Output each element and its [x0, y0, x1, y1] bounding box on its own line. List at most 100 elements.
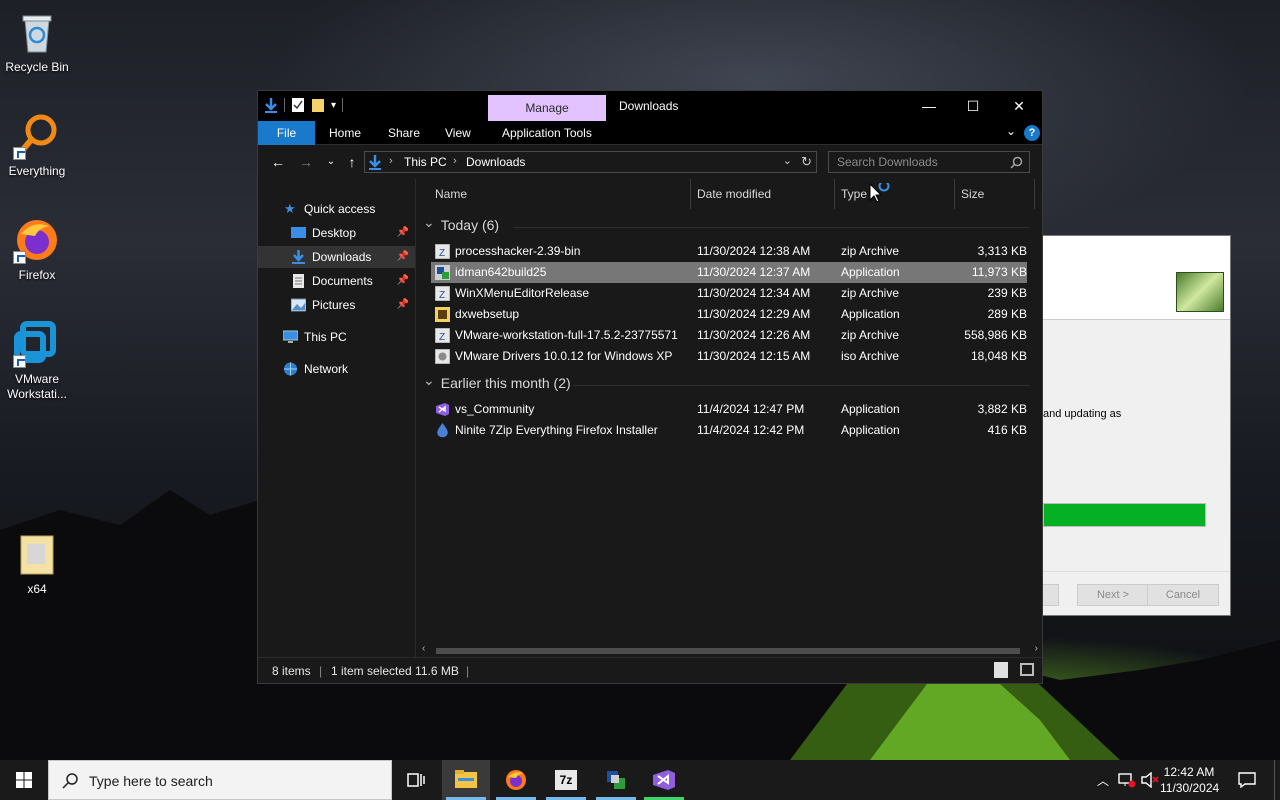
search-box[interactable]	[828, 151, 1030, 173]
tab-manage[interactable]: Manage	[488, 95, 606, 121]
search-icon[interactable]	[1010, 156, 1023, 169]
pin-icon[interactable]: 📌	[397, 246, 409, 268]
ninite-icon	[437, 423, 448, 438]
new-folder-icon[interactable]	[311, 97, 325, 113]
help-icon[interactable]: ?	[1024, 125, 1040, 141]
file-list[interactable]: Name Date modified Type Size Today (6) Z…	[417, 179, 1042, 657]
table-row[interactable]: VMware Drivers 10.0.12 for Windows XP 11…	[431, 346, 1027, 367]
group-header-today[interactable]: Today (6)	[423, 217, 499, 234]
window-title: Downloads	[619, 99, 679, 113]
column-header-name[interactable]: Name	[429, 179, 691, 209]
taskbar-app-file-explorer[interactable]	[442, 760, 490, 800]
group-divider	[573, 385, 1029, 386]
search-input[interactable]	[829, 152, 999, 172]
column-header-date-modified[interactable]: Date modified	[691, 179, 835, 209]
desktop-icon-x64[interactable]: x64	[2, 530, 72, 597]
cancel-button[interactable]: Cancel	[1147, 584, 1219, 606]
desktop-icon-recycle-bin[interactable]: Recycle Bin	[2, 8, 72, 75]
taskbar-app-firefox[interactable]	[492, 760, 540, 800]
pin-icon[interactable]: 📌	[397, 270, 409, 292]
download-arrow-icon[interactable]	[264, 97, 278, 113]
file-size: 11,973 KB	[971, 265, 1027, 279]
minimize-button[interactable]: —	[906, 91, 952, 121]
nav-item-desktop[interactable]: Desktop 📌	[258, 222, 415, 244]
nav-item-downloads[interactable]: Downloads 📌	[258, 246, 415, 268]
tab-share[interactable]: Share	[374, 121, 434, 145]
up-arrow-icon[interactable]: ↑	[342, 153, 362, 171]
pin-icon[interactable]: 📌	[397, 294, 409, 316]
table-row[interactable]: vs_Community 11/4/2024 12:47 PM Applicat…	[431, 399, 1027, 420]
scroll-right-icon[interactable]: ›	[1035, 643, 1038, 654]
pin-icon[interactable]: 📌	[397, 222, 409, 244]
column-header-size[interactable]: Size	[955, 179, 1035, 209]
large-icons-view-icon[interactable]	[1020, 663, 1034, 676]
tab-home[interactable]: Home	[315, 121, 375, 145]
back-button[interactable]	[1041, 584, 1059, 606]
tab-view[interactable]: View	[431, 121, 485, 145]
breadcrumb-downloads[interactable]: Downloads	[466, 155, 525, 169]
taskbar-app-7zip[interactable]: 7z	[542, 760, 590, 800]
system-clock[interactable]: 12:42 AM 11/30/2024	[1160, 764, 1219, 796]
clock-time: 12:42 AM	[1163, 765, 1215, 779]
table-row[interactable]: Z VMware-workstation-full-17.5.2-2377557…	[431, 325, 1027, 346]
refresh-icon[interactable]: ↻	[801, 154, 812, 170]
desktop-icon-firefox[interactable]: Firefox	[2, 216, 72, 283]
nav-item-network[interactable]: Network	[258, 358, 415, 380]
table-row[interactable]: dxwebsetup 11/30/2024 12:29 AM Applicati…	[431, 304, 1027, 325]
file-date: 11/30/2024 12:15 AM	[697, 349, 811, 363]
shortcut-arrow-icon	[13, 147, 26, 160]
breadcrumb-this-pc[interactable]: This PC	[404, 155, 447, 169]
maximize-button[interactable]: ☐	[950, 91, 996, 121]
desktop-icon-vmware[interactable]: VMware Workstati...	[2, 320, 72, 402]
network-status-icon[interactable]	[1118, 772, 1136, 788]
nav-item-pictures[interactable]: Pictures 📌	[258, 294, 415, 316]
application-icon	[435, 307, 450, 322]
address-dropdown-icon[interactable]: ⌄	[783, 154, 792, 167]
title-bar[interactable]: ▾ Manage Downloads — ☐ ✕	[258, 91, 1042, 121]
nav-item-label: Network	[304, 362, 349, 376]
taskbar-app-visual-studio[interactable]	[640, 760, 688, 800]
column-header-type[interactable]: Type	[835, 179, 955, 209]
installer-window[interactable]: and updating as Next > Cancel	[1040, 235, 1231, 616]
nav-item-documents[interactable]: Documents 📌	[258, 270, 415, 292]
table-row[interactable]: Ninite 7Zip Everything Firefox Installer…	[431, 420, 1027, 441]
table-row[interactable]: Z processhacker-2.39-bin 11/30/2024 12:3…	[431, 241, 1027, 262]
forward-arrow-icon[interactable]: →	[296, 153, 316, 171]
table-row[interactable]: Z WinXMenuEditorRelease 11/30/2024 12:34…	[431, 283, 1027, 304]
table-row-selected[interactable]: idman642build25 11/30/2024 12:37 AM Appl…	[431, 262, 1027, 283]
file-size: 416 KB	[987, 423, 1027, 437]
back-arrow-icon[interactable]: ←	[268, 153, 288, 171]
zip-archive-icon: Z	[435, 286, 450, 301]
item-count: 8 items	[272, 664, 311, 678]
file-type: zip Archive	[841, 328, 900, 342]
nav-item-quick-access[interactable]: ★ Quick access	[258, 198, 415, 220]
breadcrumb-separator[interactable]: ›	[453, 155, 457, 167]
address-bar[interactable]: › This PC › Downloads ⌄ ↻	[364, 151, 817, 173]
nav-item-this-pc[interactable]: This PC	[258, 326, 415, 348]
properties-icon[interactable]	[291, 97, 305, 113]
details-view-icon[interactable]	[994, 662, 1008, 678]
recent-locations-icon[interactable]: ⌄	[321, 153, 341, 171]
desktop-icon-everything[interactable]: Everything	[2, 112, 72, 179]
group-header-earlier-this-month[interactable]: Earlier this month (2)	[423, 375, 571, 392]
volume-muted-icon[interactable]	[1141, 772, 1159, 788]
taskbar-app-installer[interactable]	[592, 760, 640, 800]
zip-archive-icon: Z	[435, 244, 450, 259]
taskbar-search-box[interactable]: Type here to search	[48, 760, 392, 800]
start-button[interactable]	[0, 760, 48, 800]
horizontal-scrollbar[interactable]: ‹ ›	[420, 643, 1040, 657]
tab-application-tools[interactable]: Application Tools	[488, 121, 606, 145]
breadcrumb-separator[interactable]: ›	[389, 155, 393, 167]
show-desktop-button[interactable]	[1274, 760, 1280, 800]
customize-toolbar-icon[interactable]: ▾	[331, 100, 336, 111]
scrollbar-thumb[interactable]	[436, 648, 1020, 654]
file-explorer-window[interactable]: ▾ Manage Downloads — ☐ ✕ File Home Share…	[257, 90, 1043, 684]
next-button[interactable]: Next >	[1077, 584, 1149, 606]
scroll-left-icon[interactable]: ‹	[422, 643, 425, 654]
notifications-icon[interactable]	[1238, 771, 1256, 789]
show-hidden-icons[interactable]: ︿	[1097, 772, 1109, 789]
expand-ribbon-icon[interactable]: ⌄	[1006, 124, 1016, 138]
tab-file[interactable]: File	[258, 121, 315, 145]
close-button[interactable]: ✕	[996, 91, 1042, 121]
task-view-button[interactable]	[392, 760, 440, 800]
